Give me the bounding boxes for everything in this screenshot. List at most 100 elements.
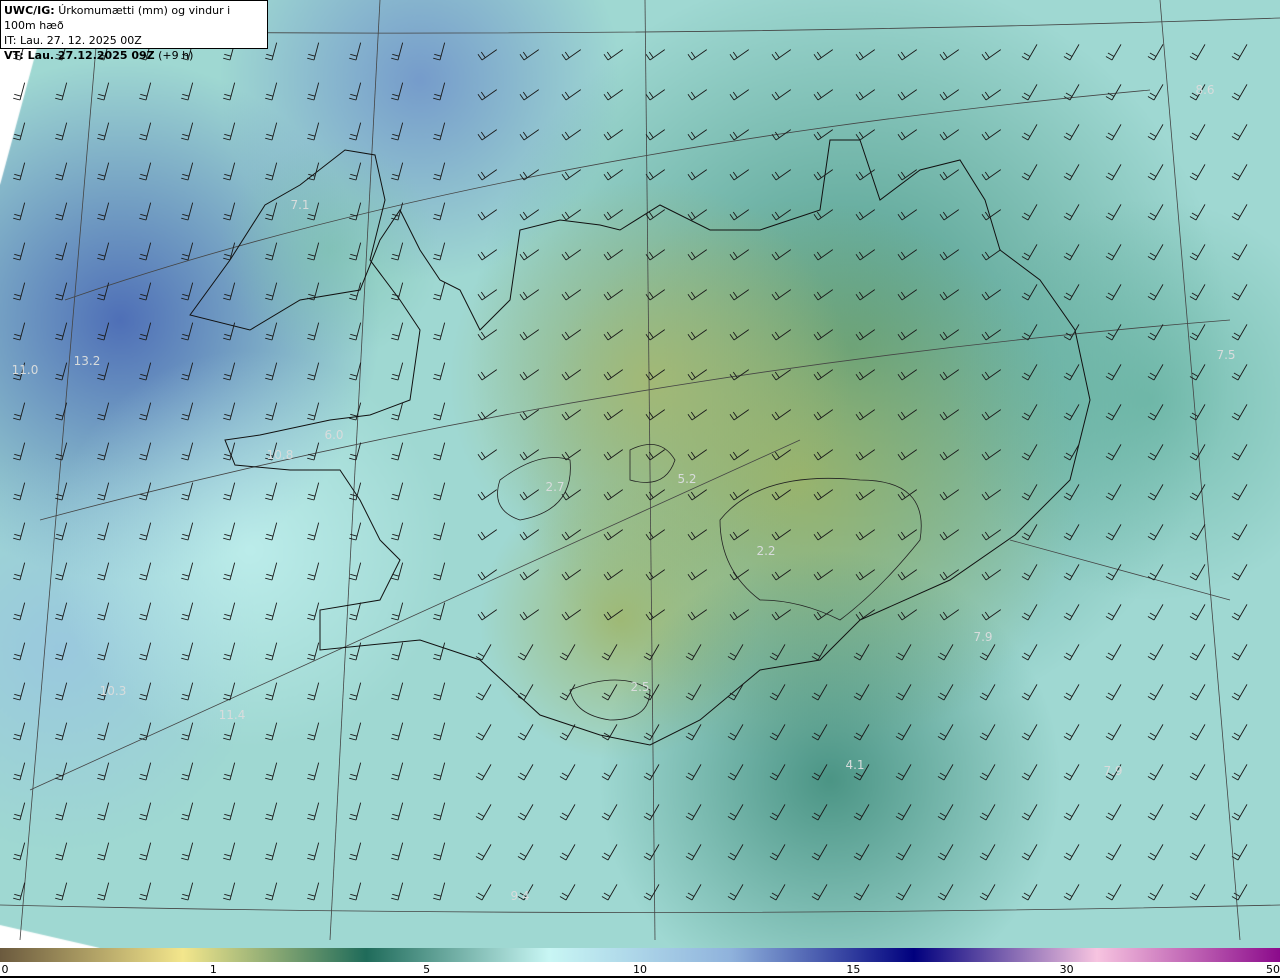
wind-barb [939, 169, 960, 181]
colorbar-tick: 30 [1059, 963, 1074, 976]
wind-barb [349, 322, 362, 341]
wind-barb [475, 804, 492, 821]
wind-barb [1189, 244, 1206, 261]
wind-barb [1189, 364, 1206, 381]
wind-barb [813, 609, 834, 621]
wind-barb [391, 42, 404, 61]
iceland-coastline [189, 139, 1091, 746]
wind-barb [349, 162, 362, 181]
wind-barb [561, 529, 582, 541]
wind-barb [265, 122, 278, 141]
wind-barb [519, 209, 540, 221]
wind-barb [1105, 124, 1122, 141]
wind-barb [687, 209, 708, 221]
wind-barb [897, 449, 918, 461]
wind-barb [265, 882, 278, 901]
wind-barb [687, 489, 708, 501]
wind-barb [559, 884, 576, 901]
wind-barb [981, 489, 1001, 501]
wind-barb [1231, 164, 1248, 181]
wind-barb [97, 282, 110, 301]
wind-barb [1231, 244, 1248, 261]
wind-barb [729, 529, 750, 541]
wind-barb [1021, 684, 1038, 701]
wind-barb [813, 49, 834, 61]
wind-barb [811, 764, 828, 781]
wind-barb [139, 802, 152, 821]
wind-barb [687, 529, 708, 541]
wind-barb [265, 282, 278, 301]
wind-barb [771, 409, 792, 421]
wind-barb [391, 602, 404, 621]
wind-barb [979, 764, 996, 781]
wind-barb [687, 169, 708, 181]
wind-barb [1105, 724, 1122, 741]
wind-barb [939, 609, 960, 621]
wind-barb [559, 844, 576, 861]
wind-barb [1063, 684, 1080, 701]
wind-barb [1063, 804, 1080, 821]
wind-barb [433, 202, 446, 221]
wind-barb [1063, 764, 1080, 781]
wind-barb [265, 322, 278, 341]
wind-barb [981, 289, 1001, 301]
wind-barb [729, 609, 750, 621]
wind-barb [517, 724, 534, 741]
wind-barb [769, 804, 786, 821]
wind-barb [561, 569, 582, 581]
wind-barb [939, 289, 960, 301]
wind-barb [561, 609, 582, 621]
wind-barb [307, 482, 320, 501]
wind-barb [1105, 404, 1122, 421]
wind-barb [349, 122, 362, 141]
wind-barb [1063, 364, 1080, 381]
wind-barb [181, 642, 194, 661]
wind-barb [265, 602, 278, 621]
wind-barb [643, 724, 660, 741]
wind-barb [685, 764, 702, 781]
wind-barb [939, 129, 960, 141]
wind-barb [307, 762, 320, 781]
wind-barb [13, 82, 26, 101]
wind-barb [139, 842, 152, 861]
wind-barb [139, 362, 152, 381]
wind-barb [55, 322, 68, 341]
wind-barb [433, 522, 446, 541]
wind-barb [1231, 44, 1248, 61]
wind-barb [897, 489, 918, 501]
wind-barb [13, 722, 26, 741]
wind-barb [1105, 244, 1122, 261]
wind-barb [139, 82, 152, 101]
wind-barb [1231, 204, 1248, 221]
wind-barb [937, 884, 954, 901]
wind-barb [223, 842, 236, 861]
wind-barb [603, 329, 624, 341]
wind-barb [811, 684, 828, 701]
wind-barb [643, 844, 660, 861]
wind-barb [181, 322, 194, 341]
wind-barb [1063, 404, 1080, 421]
wind-barb [139, 162, 152, 181]
wind-barb [561, 449, 582, 461]
wind-barb [475, 764, 492, 781]
wind-barb [855, 289, 876, 301]
wind-barb [979, 844, 996, 861]
wind-barb [813, 529, 834, 541]
wind-barb [477, 369, 498, 381]
wind-barb [433, 762, 446, 781]
wind-barb [601, 884, 618, 901]
wind-barb [1105, 284, 1122, 301]
wind-barb [517, 684, 534, 701]
wind-barb [771, 369, 792, 381]
wind-barb [181, 762, 194, 781]
wind-barb [645, 409, 666, 421]
wind-barb [13, 642, 26, 661]
wind-barb [771, 289, 792, 301]
wind-barb [813, 489, 834, 501]
wind-barb [519, 449, 540, 461]
wind-barb [477, 569, 498, 581]
wind-barb [813, 249, 834, 261]
wind-barb [13, 762, 26, 781]
wind-barb [1147, 164, 1164, 181]
wind-barb [771, 249, 792, 261]
